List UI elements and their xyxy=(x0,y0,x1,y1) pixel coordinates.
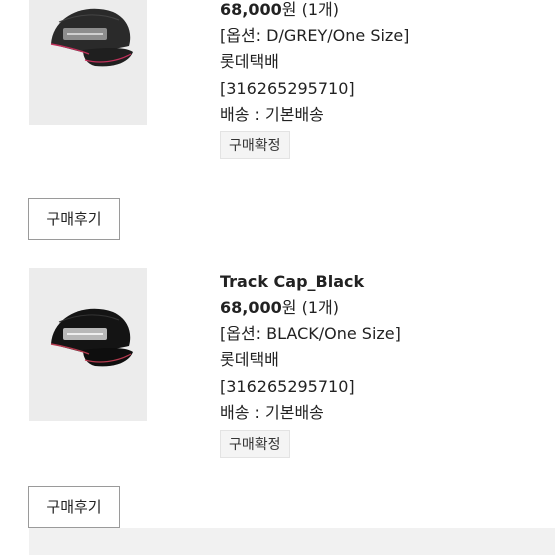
product-quantity: (1개) xyxy=(301,0,339,19)
shipping-method: 배송 : 기본배송 xyxy=(220,403,324,422)
product-option: [옵션: BLACK/One Size] xyxy=(220,324,401,343)
cap-icon xyxy=(50,8,133,67)
cap-icon xyxy=(50,308,133,367)
product-option: [옵션: D/GREY/One Size] xyxy=(220,26,410,45)
tracking-number[interactable]: [316265295710] xyxy=(220,79,355,99)
product-quantity: (1개) xyxy=(301,298,339,317)
next-item-preview xyxy=(29,528,555,555)
courier-name: 롯데택배 xyxy=(220,52,279,71)
tracking-number[interactable]: [316265295710] xyxy=(220,377,355,397)
product-image[interactable] xyxy=(29,0,147,125)
product-price: 68,000원 (1개) xyxy=(220,0,339,19)
product-name[interactable]: Track Cap_Black xyxy=(220,272,364,292)
shipping-method: 배송 : 기본배송 xyxy=(220,105,324,124)
write-review-button[interactable]: 구매후기 xyxy=(28,198,120,240)
purchase-confirm-button[interactable]: 구매확정 xyxy=(220,131,290,159)
write-review-button[interactable]: 구매후기 xyxy=(28,486,120,528)
purchase-confirm-button[interactable]: 구매확정 xyxy=(220,430,290,458)
courier-name: 롯데택배 xyxy=(220,350,279,369)
product-image[interactable] xyxy=(29,268,147,421)
product-price: 68,000원 (1개) xyxy=(220,298,339,317)
